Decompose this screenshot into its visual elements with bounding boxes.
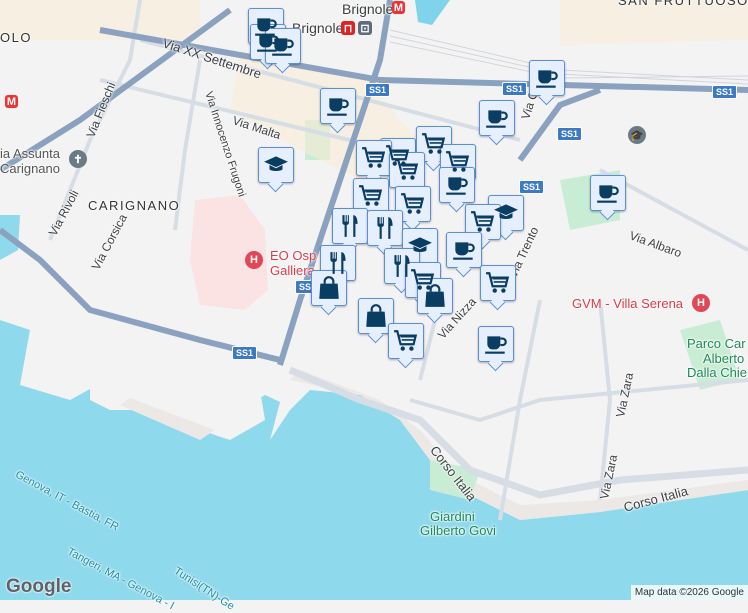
park-label: Alberto: [703, 351, 745, 366]
hospital-label: EO Osp: [270, 248, 317, 263]
coffee-marker[interactable]: [446, 232, 482, 268]
hospital-label: GVM - Villa Serena: [572, 296, 684, 311]
coffee-marker[interactable]: [529, 60, 565, 96]
bag-icon: [422, 283, 448, 309]
park-label: Giardini: [430, 509, 475, 524]
district-label: CARIGNANO: [88, 198, 181, 213]
school-icon[interactable]: 🎓: [628, 126, 646, 144]
google-logo[interactable]: Google: [6, 576, 71, 598]
park-label: Dalla Chie: [687, 365, 747, 380]
cart-icon: [470, 209, 496, 235]
coffee-icon: [451, 237, 477, 263]
restaurant-marker[interactable]: [367, 210, 403, 246]
bag-icon: [316, 275, 342, 301]
cart-marker[interactable]: [389, 152, 425, 188]
ss1-shield: SS1: [502, 82, 528, 96]
hospital-icon[interactable]: H: [692, 294, 710, 312]
map-attribution[interactable]: Map data ©2026 Google: [630, 585, 748, 600]
restaurant-icon: [325, 250, 351, 276]
graduation-marker[interactable]: [258, 147, 294, 183]
coffee-icon: [484, 105, 510, 131]
restaurant-icon: [337, 213, 363, 239]
coffee-marker[interactable]: [439, 167, 475, 203]
cart-marker[interactable]: [480, 265, 516, 301]
coffee-icon: [483, 331, 509, 357]
ss1-shield: SS1: [712, 85, 738, 99]
park-label: Parco Car: [687, 336, 746, 351]
cart-icon: [394, 157, 420, 183]
coffee-icon: [595, 180, 621, 206]
cart-marker[interactable]: [353, 178, 389, 214]
coffee-marker[interactable]: [478, 326, 514, 362]
graduation-icon: [263, 152, 289, 178]
cart-icon: [393, 328, 419, 354]
coffee-marker[interactable]: [265, 28, 301, 64]
cart-marker[interactable]: [388, 323, 424, 359]
cart-icon: [361, 145, 387, 171]
church-icon[interactable]: ✝: [69, 150, 87, 168]
coffee-marker[interactable]: [479, 100, 515, 136]
coffee-icon: [270, 33, 296, 59]
bag-marker[interactable]: [358, 298, 394, 334]
cart-icon: [421, 131, 447, 157]
bag-marker[interactable]: [417, 278, 453, 314]
park-label: Gilberto Govi: [420, 523, 496, 538]
bag-marker[interactable]: [311, 270, 347, 306]
station-label: Brignole: [342, 1, 394, 17]
hospital-icon[interactable]: H: [245, 251, 263, 269]
coffee-marker[interactable]: [590, 175, 626, 211]
metro-station-icon: ⊡: [358, 21, 372, 35]
cart-marker[interactable]: [395, 186, 431, 222]
metro-icon: M: [5, 95, 18, 108]
church-label: ia Assunta: [0, 146, 60, 161]
graduation-icon: [493, 200, 519, 226]
cart-icon: [400, 191, 426, 217]
cart-icon: [358, 183, 384, 209]
district-label: OLO: [0, 30, 32, 45]
coffee-icon: [534, 65, 560, 91]
ss1-shield: SS1: [557, 127, 583, 141]
hospital-label: Galliera: [270, 263, 315, 278]
coffee-marker[interactable]: [320, 88, 356, 124]
coffee-icon: [444, 172, 470, 198]
bag-icon: [363, 303, 389, 329]
cart-icon: [485, 270, 511, 296]
ss1-shield: SS1: [232, 346, 258, 360]
church-label: Carignano: [0, 161, 60, 176]
restaurant-icon: [372, 215, 398, 241]
cart-marker[interactable]: [465, 204, 501, 240]
ss1-shield: SS1: [519, 180, 545, 194]
district-label: SAN FRUTTUOSO: [618, 0, 748, 8]
train-icon: ⊓: [341, 21, 355, 35]
metro-icon: M: [392, 1, 405, 14]
ss1-shield: SS1: [365, 83, 391, 97]
restaurant-marker[interactable]: [332, 208, 368, 244]
coffee-icon: [325, 93, 351, 119]
cart-marker[interactable]: [356, 140, 392, 176]
